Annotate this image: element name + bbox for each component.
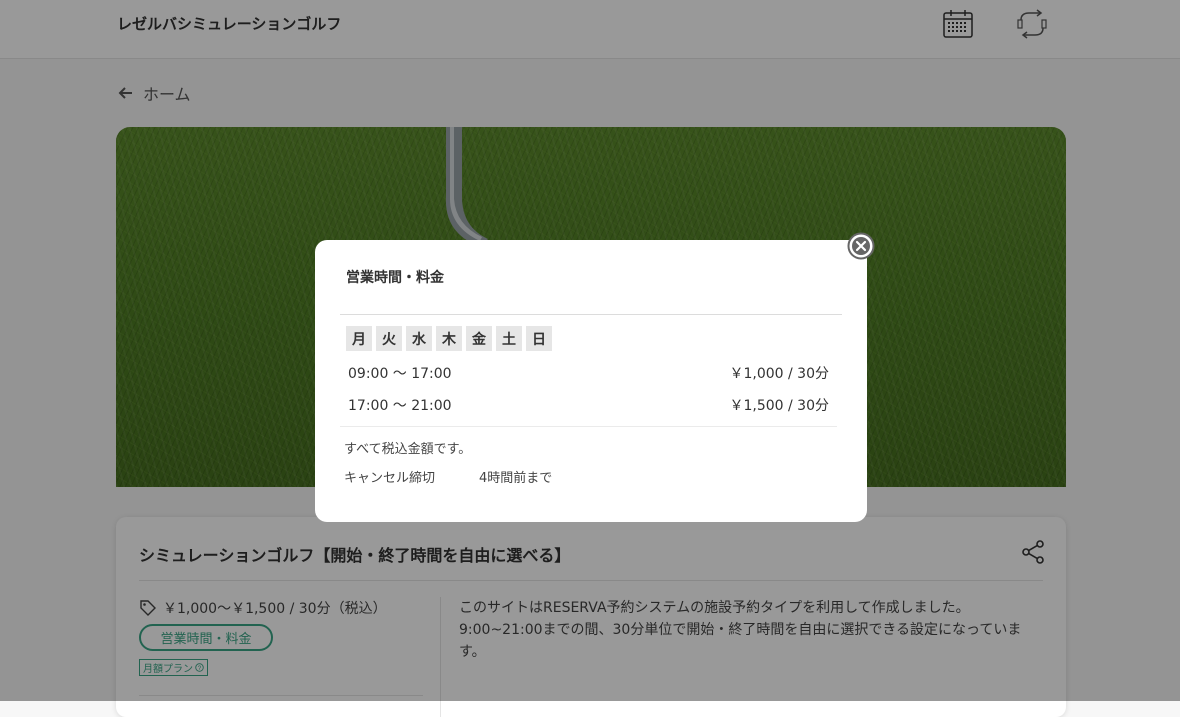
time-slot-row: 09:00 〜 17:00 ￥1,000 / 30分: [348, 363, 829, 383]
weekday-row: 月 火 水 木 金 土 日: [346, 326, 552, 351]
day-chip: 木: [436, 326, 462, 351]
cancel-value: 4時間前まで: [479, 471, 553, 486]
day-chip: 水: [406, 326, 432, 351]
slot-time: 17:00 〜 21:00: [348, 398, 452, 414]
day-chip: 金: [466, 326, 492, 351]
slot-divider: [340, 426, 837, 427]
day-chip: 日: [526, 326, 552, 351]
slot-time: 09:00 〜 17:00: [348, 366, 452, 382]
modal-title: 営業時間・料金: [346, 270, 444, 286]
cancel-deadline-row: キャンセル締切 4時間前まで: [344, 467, 552, 486]
cancel-label: キャンセル締切: [344, 471, 436, 486]
tax-note: すべて税込金額です。: [344, 442, 472, 457]
day-chip: 土: [496, 326, 522, 351]
slot-price: ￥1,000 / 30分: [729, 366, 829, 382]
day-chip: 火: [376, 326, 402, 351]
close-icon[interactable]: [847, 232, 875, 260]
day-chip: 月: [346, 326, 372, 351]
modal-divider: [340, 314, 842, 315]
hours-fees-modal: 営業時間・料金 月 火 水 木 金 土 日 09:00 〜 17:00 ￥1,0…: [315, 232, 875, 522]
slot-price: ￥1,500 / 30分: [729, 398, 829, 414]
time-slot-row: 17:00 〜 21:00 ￥1,500 / 30分: [348, 395, 829, 415]
